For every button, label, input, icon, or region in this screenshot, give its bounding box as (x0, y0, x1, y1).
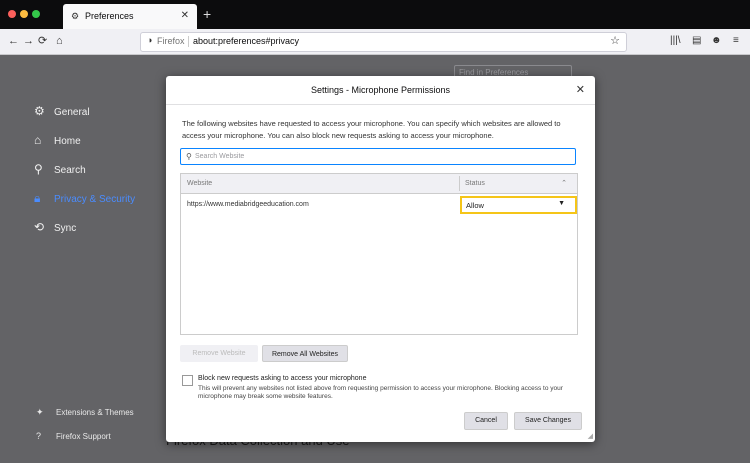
sidebar-footer-label: Extensions & Themes (56, 408, 134, 417)
remove-website-button[interactable]: Remove Website (180, 345, 258, 362)
home-button[interactable]: ⌂ (56, 34, 63, 48)
identity-label: Firefox (157, 36, 185, 46)
chevron-down-icon: ▼ (558, 200, 565, 207)
nav-toolbar: ← → ⟳ ⌂ ◑ Firefox about:preferences#priv… (0, 29, 750, 55)
status-select[interactable]: Allow ▼ (460, 196, 577, 214)
close-tab-icon[interactable]: ✕ (181, 10, 189, 21)
search-icon: ⚲ (186, 152, 192, 161)
close-window-button[interactable] (8, 10, 16, 18)
menu-icon[interactable]: ≡ (733, 34, 739, 48)
lock-icon: 🔒︎ (34, 191, 41, 205)
firefox-identity-icon: ◑ (147, 35, 153, 45)
back-button[interactable]: ← (8, 34, 19, 48)
zoom-window-button[interactable] (32, 10, 40, 18)
block-requests-checkbox[interactable] (182, 375, 193, 386)
sidebar-item-search[interactable]: ⚲ Search (34, 162, 86, 176)
sidebar-item-label: Search (54, 165, 86, 176)
status-value: Allow (466, 201, 484, 210)
dialog-title: Settings - Microphone Permissions (310, 85, 451, 95)
puzzle-icon: ✦ (36, 407, 44, 417)
search-placeholder: Search Website (195, 153, 245, 160)
remove-all-websites-button[interactable]: Remove All Websites (262, 345, 348, 362)
sidebar-item-sync[interactable]: ⟲ Sync (34, 220, 76, 234)
column-divider (459, 176, 460, 191)
permissions-table: Website Status ⌃ https://www.mediabridge… (180, 173, 578, 335)
url-divider (188, 36, 189, 47)
forward-button[interactable]: → (23, 34, 34, 48)
account-icon[interactable]: ☻ (711, 34, 722, 48)
reload-button[interactable]: ⟳ (38, 34, 47, 48)
gear-icon: ⚙ (34, 104, 45, 118)
microphone-permissions-dialog: Settings - Microphone Permissions ✕ The … (166, 76, 595, 442)
block-requests-label: Block new requests asking to access your… (198, 375, 367, 382)
help-icon: ? (36, 431, 42, 441)
search-icon: ⚲ (34, 162, 43, 176)
sidebar-item-label: General (54, 107, 90, 118)
dialog-divider (166, 104, 595, 105)
sidebar-footer-label: Firefox Support (56, 432, 111, 441)
sidebar-icon[interactable]: ▤ (692, 34, 701, 48)
close-icon[interactable]: ✕ (576, 83, 585, 96)
search-website-input[interactable]: ⚲ Search Website (180, 148, 576, 165)
sort-arrow-icon: ⌃ (561, 180, 567, 187)
sidebar-item-general[interactable]: ⚙ General (34, 104, 90, 118)
tab-bar: ⚙ Preferences ✕ + (0, 0, 750, 29)
column-header-website[interactable]: Website (187, 180, 212, 187)
bookmark-star-icon[interactable]: ☆ (610, 34, 620, 47)
save-changes-button[interactable]: Save Changes (514, 412, 582, 430)
sidebar-item-label: Sync (54, 223, 77, 234)
url-bar[interactable]: ◑ Firefox about:preferences#privacy ☆ (140, 32, 627, 52)
column-header-status[interactable]: Status (465, 180, 485, 187)
sidebar-item-home[interactable]: ⌂ Home (34, 133, 81, 147)
sync-icon: ⟲ (34, 220, 45, 234)
library-icon[interactable]: |||\ (670, 34, 681, 48)
minimize-window-button[interactable] (20, 10, 28, 18)
browser-window: ⚙ Preferences ✕ + ← → ⟳ ⌂ ◑ Firefox abou… (0, 0, 750, 463)
tab-preferences[interactable]: ⚙ Preferences ✕ (63, 4, 197, 29)
sidebar-item-privacy[interactable]: 🔒︎ Privacy & Security (34, 191, 135, 206)
tab-title: Preferences (85, 11, 134, 21)
sidebar-item-label: Privacy & Security (54, 194, 136, 205)
gear-icon: ⚙ (71, 11, 80, 21)
dialog-description: The following websites have requested to… (182, 119, 561, 140)
block-requests-note: This will prevent any websites not liste… (198, 385, 563, 400)
cancel-button[interactable]: Cancel (464, 412, 508, 430)
home-icon: ⌂ (34, 133, 42, 147)
sidebar-item-label: Home (54, 136, 81, 147)
table-row-website[interactable]: https://www.mediabridgeeducation.com (187, 201, 309, 208)
sidebar-support[interactable]: ? Firefox Support (36, 431, 111, 441)
table-header: Website Status ⌃ (181, 174, 577, 194)
new-tab-button[interactable]: + (203, 5, 211, 23)
sidebar-extensions[interactable]: ✦ Extensions & Themes (36, 407, 134, 418)
url-text[interactable]: about:preferences#privacy (193, 36, 299, 46)
resize-grip-icon[interactable]: ◢ (588, 432, 593, 440)
